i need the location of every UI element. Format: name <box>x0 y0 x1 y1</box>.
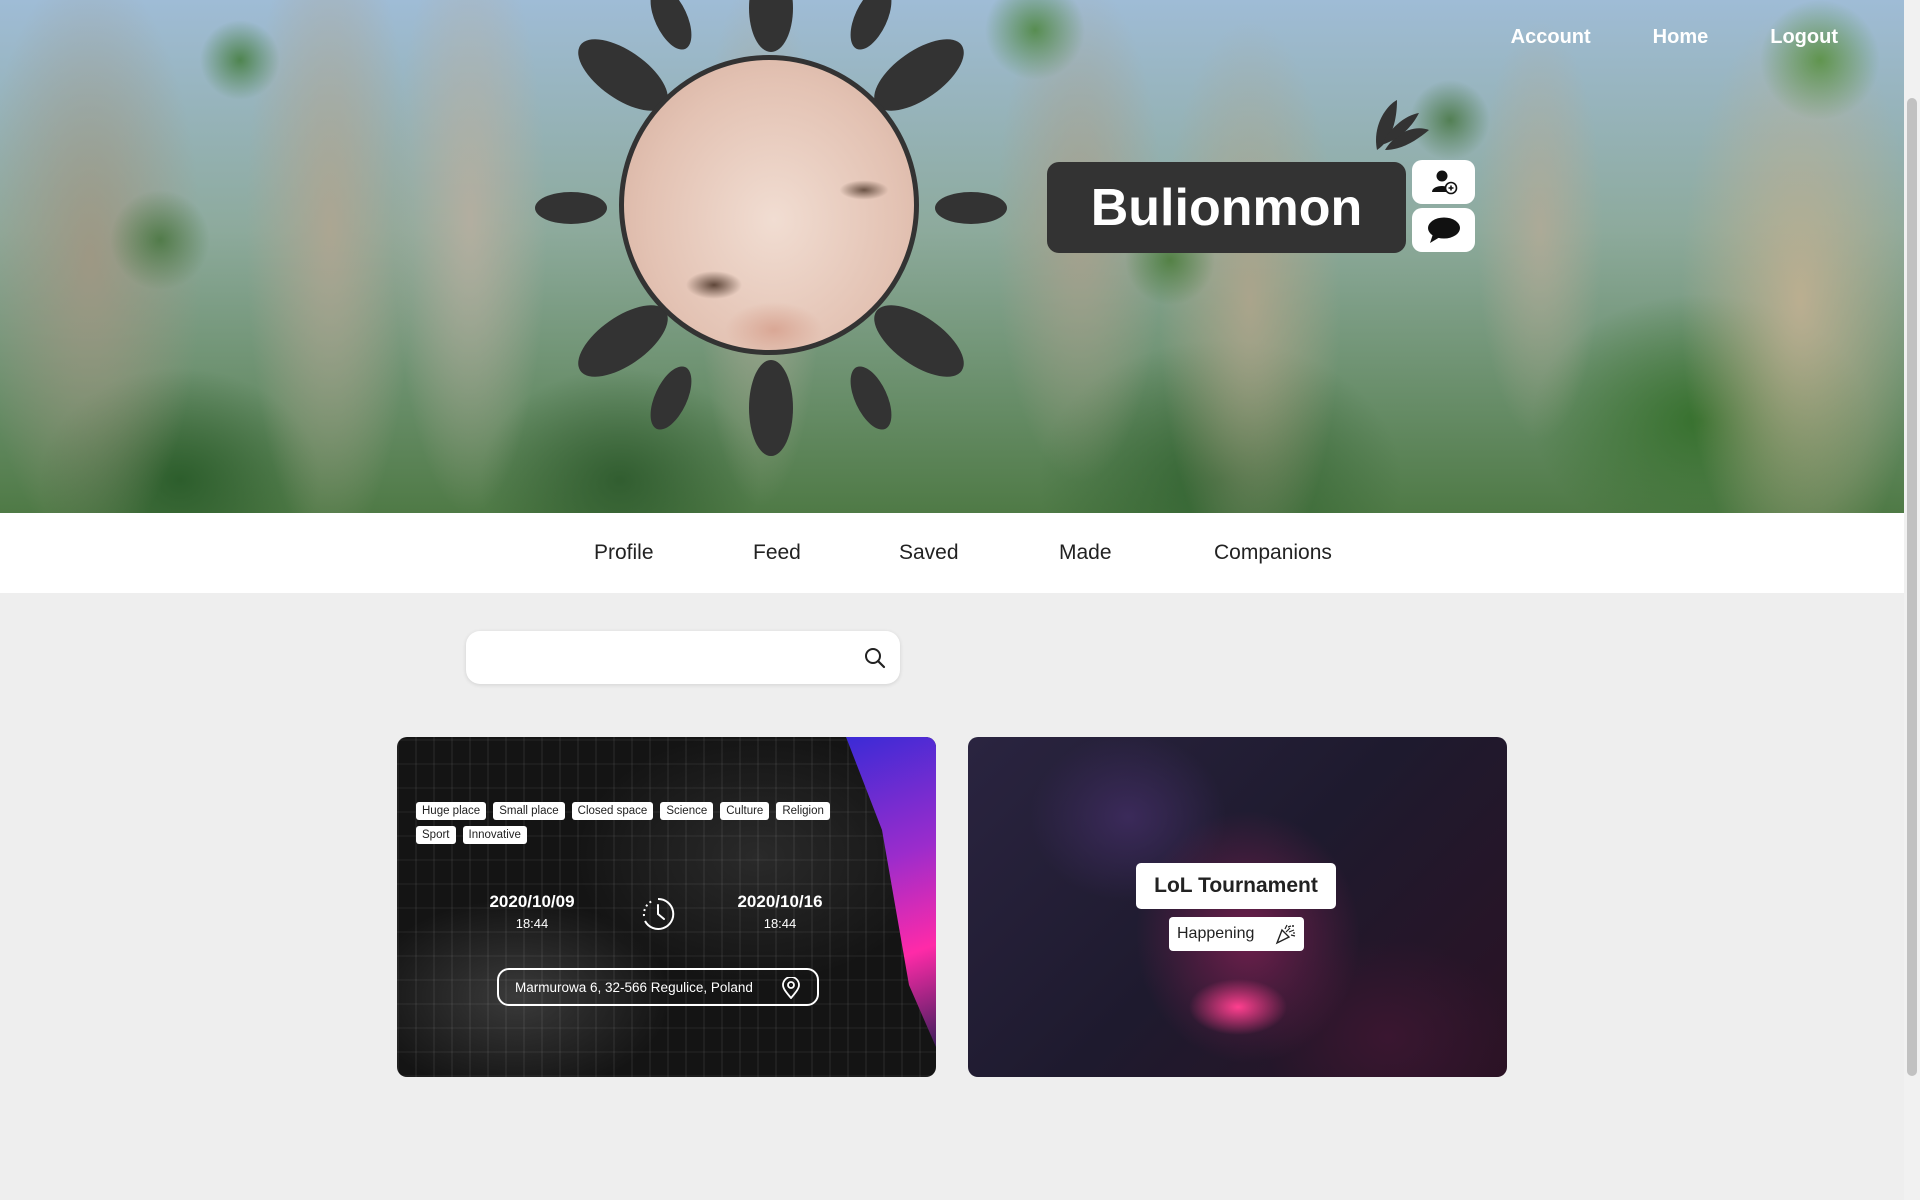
event-status-badge: Happening <box>1169 917 1304 951</box>
end-datetime: 2020/10/16 18:44 <box>715 892 845 931</box>
search-input[interactable] <box>484 641 828 675</box>
scrollbar-thumb[interactable] <box>1907 98 1917 1076</box>
clock-icon <box>642 897 675 930</box>
tag: Religion <box>776 802 830 820</box>
tag: Small place <box>493 802 565 820</box>
add-companion-button[interactable] <box>1412 160 1475 204</box>
sun-petal <box>850 366 892 430</box>
avatar <box>619 55 919 355</box>
search-icon[interactable] <box>864 647 886 669</box>
username: Bulionmon <box>1090 178 1363 237</box>
event-card-details[interactable]: Huge place Small place Closed space Scie… <box>397 737 936 1077</box>
nav-home-link[interactable]: Home <box>1653 26 1709 49</box>
profile-banner: Account Home Logout Bulionmon <box>0 0 1904 513</box>
tab-made[interactable]: Made <box>1059 541 1112 565</box>
sun-petal <box>850 0 892 50</box>
tab-profile[interactable]: Profile <box>594 541 654 565</box>
profile-tabs: Profile Feed Saved Made Companions <box>0 513 1904 593</box>
sun-petal <box>650 366 692 430</box>
username-box: Bulionmon <box>1047 162 1406 253</box>
top-nav: Account Home Logout <box>1511 26 1838 49</box>
tag: Culture <box>720 802 770 820</box>
sun-petal <box>935 192 1007 224</box>
event-title: LoL Tournament <box>1136 863 1336 909</box>
tab-saved[interactable]: Saved <box>899 541 959 565</box>
tab-feed[interactable]: Feed <box>753 541 801 565</box>
chat-bubble-icon <box>1427 217 1460 243</box>
event-card-cover[interactable]: LoL Tournament Happening <box>968 737 1507 1077</box>
start-date: 2020/10/09 <box>489 892 575 911</box>
card-background-art <box>846 737 936 1047</box>
tab-companions[interactable]: Companions <box>1214 541 1332 565</box>
leaf-decoration-icon <box>1376 100 1429 150</box>
tag: Closed space <box>571 802 654 820</box>
start-time: 18:44 <box>515 916 549 931</box>
tag: Science <box>660 802 714 820</box>
page-scrollbar[interactable] <box>1904 0 1920 1200</box>
tag-list: Huge place Small place Closed space Scie… <box>416 802 856 844</box>
sun-petal <box>749 360 793 456</box>
search-bar <box>466 631 900 684</box>
tag: Huge place <box>416 802 487 820</box>
sun-petal <box>535 192 607 224</box>
end-date: 2020/10/16 <box>737 892 823 911</box>
address-text: Marmurowa 6, 32-566 Regulice, Poland <box>515 979 753 995</box>
tag: Innovative <box>462 826 527 844</box>
sun-petal <box>749 0 793 52</box>
start-datetime: 2020/10/09 18:44 <box>467 892 597 931</box>
add-user-icon <box>1431 170 1457 195</box>
event-status-text: Happening <box>1177 925 1255 942</box>
message-button[interactable] <box>1412 208 1475 252</box>
sun-petal <box>650 0 692 50</box>
party-popper-icon <box>1275 924 1296 945</box>
end-time: 18:44 <box>763 916 797 931</box>
address-box[interactable]: Marmurowa 6, 32-566 Regulice, Poland <box>497 968 819 1006</box>
nav-account-link[interactable]: Account <box>1511 26 1591 49</box>
nav-logout-link[interactable]: Logout <box>1770 26 1838 49</box>
tag: Sport <box>416 826 456 844</box>
location-pin-icon <box>782 977 800 999</box>
